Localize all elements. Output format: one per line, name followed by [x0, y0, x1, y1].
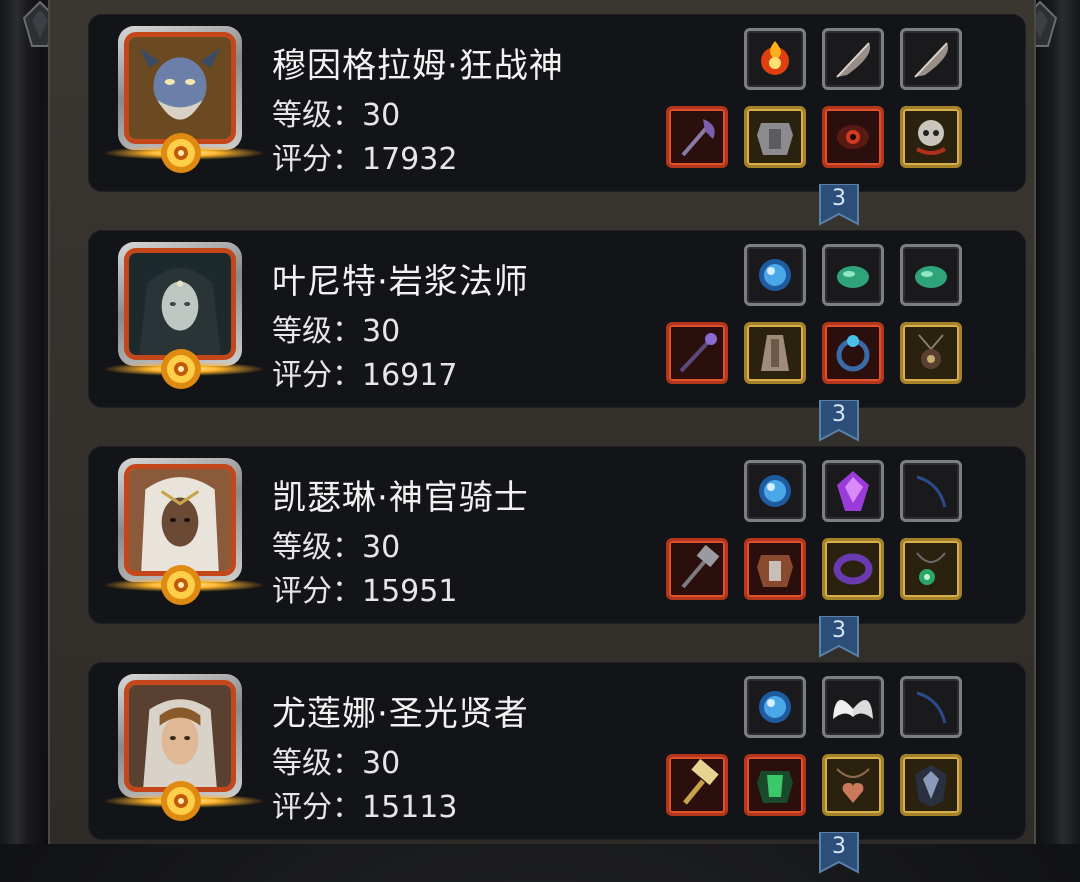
hooded-mage-portrait-icon — [129, 253, 231, 355]
staff-weapon-icon — [679, 333, 717, 373]
item-slot[interactable] — [900, 244, 962, 306]
white-wings-icon — [833, 700, 873, 719]
hero-score: 评分：17932 — [272, 142, 458, 177]
green-pendant-icon — [916, 552, 946, 585]
dark-thread-icon — [916, 691, 947, 724]
jade-stone-icon — [837, 266, 869, 288]
hero-card[interactable]: 凯瑟琳·神官骑士 等级：30 评分：15951 — [88, 446, 1026, 624]
item-slot[interactable] — [900, 322, 962, 384]
dark-thread-icon — [916, 475, 947, 508]
hero-score: 评分：15113 — [272, 790, 458, 825]
demon-warrior-portrait-icon — [129, 37, 231, 139]
item-slot[interactable] — [744, 244, 806, 306]
hero-level: 等级：30 — [272, 746, 401, 781]
item-slot[interactable] — [822, 106, 884, 168]
connector-number: 3 — [832, 834, 846, 859]
connector-badge: 3 — [818, 615, 860, 662]
item-slot[interactable] — [822, 28, 884, 90]
blue-orb-icon — [759, 475, 791, 507]
item-slot[interactable] — [666, 754, 728, 816]
item-slot[interactable] — [666, 322, 728, 384]
blue-orb-icon — [759, 259, 791, 291]
hero-card[interactable]: 尤莲娜·圣光贤者 等级：30 评分：15113 — [88, 662, 1026, 840]
blue-gem-ring-icon — [836, 335, 870, 372]
rank-sun-emblem-icon — [161, 349, 201, 389]
hero-level: 等级：30 — [272, 98, 401, 133]
hero-level: 等级：30 — [272, 530, 401, 565]
hero-name: 凯瑟琳·神官骑士 — [272, 478, 529, 518]
hero-card[interactable]: 叶尼特·岩浆法师 等级：30 评分：16917 — [88, 230, 1026, 408]
item-slot[interactable] — [822, 460, 884, 522]
red-eye-ring-icon — [837, 125, 869, 149]
item-slot[interactable] — [900, 106, 962, 168]
connector-number: 3 — [832, 402, 846, 427]
eye-amulet-icon — [918, 334, 944, 369]
hero-level: 等级：30 — [272, 314, 401, 349]
red-plate-armor-icon — [757, 555, 793, 587]
green-armor-icon — [757, 771, 793, 803]
rank-sun-emblem-icon — [161, 781, 201, 821]
item-slot[interactable] — [822, 322, 884, 384]
axe-weapon-icon — [681, 119, 715, 157]
dark-crest-icon — [915, 765, 947, 807]
connector-badge: 3 — [818, 183, 860, 230]
item-slot[interactable] — [900, 460, 962, 522]
connector-badge: 3 — [818, 399, 860, 446]
item-slot[interactable] — [900, 754, 962, 816]
item-slot[interactable] — [822, 676, 884, 738]
item-slot[interactable] — [744, 538, 806, 600]
hero-name: 穆因格拉姆·狂战神 — [272, 46, 564, 86]
item-slot[interactable] — [900, 538, 962, 600]
connector-badge: 3 — [818, 831, 860, 878]
item-slot[interactable] — [744, 106, 806, 168]
hero-card[interactable]: 穆因格拉姆·狂战神 等级：30 评分：17932 — [88, 14, 1026, 192]
robe-armor-icon — [761, 335, 789, 371]
purple-crystal-icon — [837, 471, 869, 511]
right-frame-border — [1036, 0, 1080, 844]
heart-necklace-icon — [836, 768, 870, 803]
item-slot[interactable] — [744, 460, 806, 522]
fire-orb-icon — [761, 41, 789, 75]
warhammer-weapon-icon — [681, 544, 720, 589]
jade-stone-icon — [915, 266, 947, 288]
item-slot[interactable] — [666, 106, 728, 168]
rank-sun-emblem-icon — [161, 565, 201, 605]
holy-sage-portrait-icon — [129, 685, 231, 787]
item-slot[interactable] — [666, 538, 728, 600]
feather-quill-icon — [914, 42, 949, 78]
plate-armor-icon — [757, 123, 793, 155]
priest-knight-portrait-icon — [129, 469, 231, 571]
item-slot[interactable] — [822, 754, 884, 816]
connector-number: 3 — [832, 186, 846, 211]
item-slot[interactable] — [744, 322, 806, 384]
left-frame-border — [0, 0, 44, 844]
item-slot[interactable] — [744, 754, 806, 816]
hero-score: 评分：16917 — [272, 358, 458, 393]
item-slot[interactable] — [900, 28, 962, 90]
hero-name: 尤莲娜·圣光贤者 — [272, 694, 529, 734]
feather-quill-icon — [836, 42, 871, 78]
item-slot[interactable] — [900, 676, 962, 738]
item-slot[interactable] — [744, 676, 806, 738]
item-slot[interactable] — [822, 244, 884, 306]
blue-orb-icon — [759, 691, 791, 723]
item-slot[interactable] — [744, 28, 806, 90]
skull-amulet-icon — [916, 120, 946, 155]
rank-sun-emblem-icon — [161, 133, 201, 173]
hero-score: 评分：15951 — [272, 574, 458, 609]
golden-hammer-icon — [683, 758, 719, 805]
connector-number: 3 — [832, 618, 846, 643]
item-slot[interactable] — [822, 538, 884, 600]
purple-ring-icon — [833, 553, 873, 585]
hero-name: 叶尼特·岩浆法师 — [272, 262, 529, 302]
